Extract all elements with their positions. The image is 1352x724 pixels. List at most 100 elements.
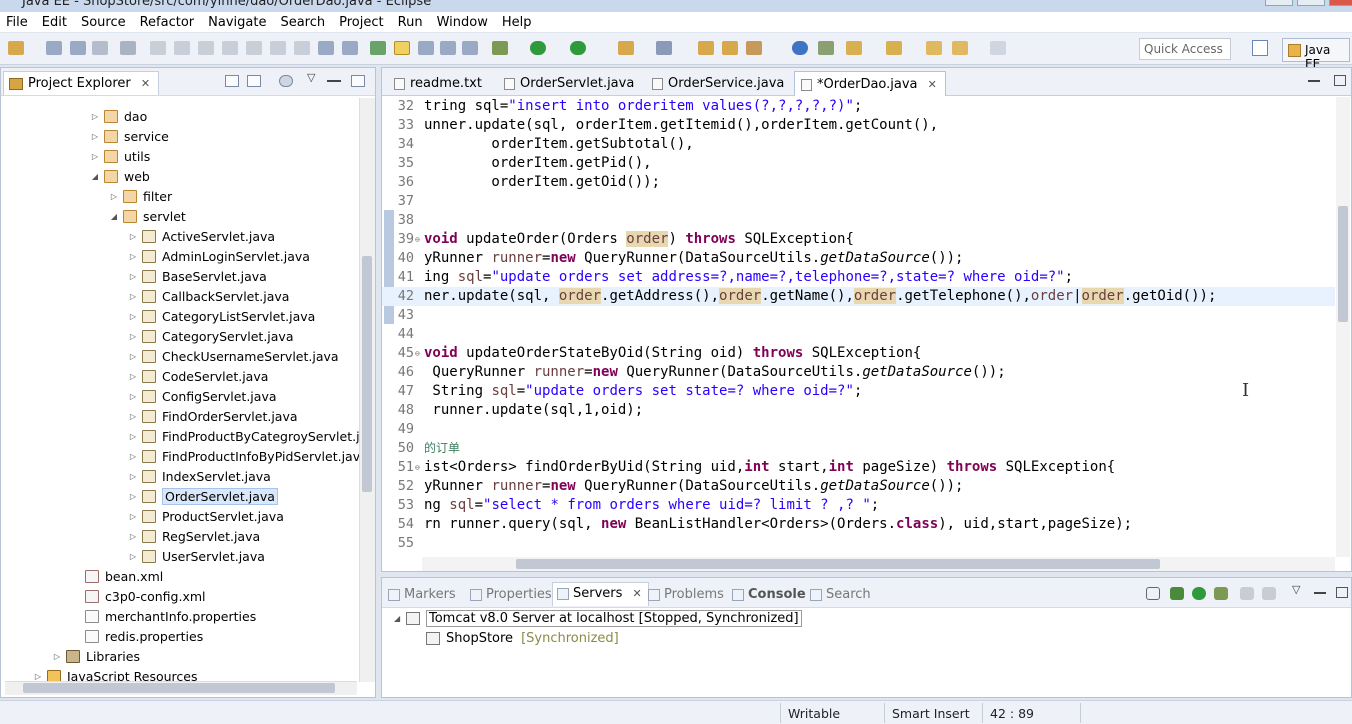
minimize-editor-icon[interactable]: [1308, 80, 1320, 82]
tab-servers[interactable]: Servers ✕: [552, 582, 649, 606]
collapse-all-icon[interactable]: [225, 75, 239, 87]
tab-order-dao[interactable]: *OrderDao.java ✕: [794, 71, 946, 96]
start-server-icon[interactable]: [1192, 587, 1206, 600]
next-annotation-icon[interactable]: [846, 41, 862, 55]
close-icon[interactable]: ✕: [633, 587, 642, 600]
server-icon[interactable]: [370, 41, 386, 55]
code-line[interactable]: 40 yRunner runner=new QueryRunner(DataSou…: [382, 249, 1335, 268]
code-line[interactable]: 55: [382, 534, 1335, 553]
tree-item[interactable]: ▷ FindProductByCategroyServlet.java: [128, 426, 361, 446]
tree-item[interactable]: ▷ UserServlet.java: [128, 546, 265, 566]
tree-item[interactable]: ▷ CategoryListServlet.java: [128, 306, 315, 326]
tree-item[interactable]: ▷ ConfigServlet.java: [128, 386, 277, 406]
menu-navigate[interactable]: Navigate: [208, 15, 266, 30]
close-window-button[interactable]: [1329, 0, 1352, 6]
expand-arrow-icon[interactable]: ▷: [128, 292, 138, 301]
menu-source[interactable]: Source: [81, 15, 126, 30]
code-line[interactable]: 48 runner.update(sql,1,oid);: [382, 401, 1335, 420]
menu-project[interactable]: Project: [339, 15, 383, 30]
expand-arrow-icon[interactable]: ▷: [128, 492, 138, 501]
tree-item[interactable]: ▷ service: [90, 126, 169, 146]
tree-item[interactable]: ▷ FindProductInfoByPidServlet.java: [128, 446, 361, 466]
forward-icon[interactable]: [990, 41, 1006, 55]
code-vertical-scroll-thumb[interactable]: [1338, 206, 1348, 322]
minimize-view-icon[interactable]: [1314, 592, 1326, 594]
resume-icon[interactable]: [150, 41, 166, 55]
drop-frame-icon[interactable]: [318, 41, 334, 55]
expand-arrow-icon[interactable]: ▷: [128, 512, 138, 521]
filter-icon[interactable]: [279, 75, 293, 87]
menu-run[interactable]: Run: [398, 15, 423, 30]
publish-icon[interactable]: [1262, 587, 1276, 600]
tree-item[interactable]: ▷ CallbackServlet.java: [128, 286, 290, 306]
tree-item[interactable]: ◢ servlet: [109, 206, 186, 226]
menu-file[interactable]: File: [6, 15, 28, 30]
code-line[interactable]: 45 ⊖ void updateOrderStateByOid(String oid…: [382, 344, 1335, 363]
suspend-icon[interactable]: [174, 41, 190, 55]
code-line[interactable]: 51 ⊖ ist<Orders> findOrderByUid(String uid…: [382, 458, 1335, 477]
profile-server-icon[interactable]: [1214, 587, 1228, 600]
expand-arrow-icon[interactable]: ▷: [128, 232, 138, 241]
menu-edit[interactable]: Edit: [42, 15, 67, 30]
tree-item[interactable]: ▷ CheckUsernameServlet.java: [128, 346, 339, 366]
module-row-shopstore[interactable]: ShopStore [Synchronized]: [426, 628, 619, 648]
code-line[interactable]: 37: [382, 192, 1335, 211]
maximize-view-icon[interactable]: [1336, 587, 1348, 598]
skip-breakpoints-icon[interactable]: [120, 41, 136, 55]
expand-arrow-icon[interactable]: ▷: [128, 252, 138, 261]
tree-vertical-scroll-thumb[interactable]: [362, 256, 372, 492]
expand-arrow-icon[interactable]: ▷: [128, 392, 138, 401]
menu-help[interactable]: Help: [502, 15, 532, 30]
code-line[interactable]: 46 QueryRunner runner=new QueryRunner(Da…: [382, 363, 1335, 382]
code-line[interactable]: 33 unner.update(sql, orderItem.getItemid(…: [382, 116, 1335, 135]
expand-arrow-icon[interactable]: ▷: [128, 472, 138, 481]
run-icon[interactable]: [530, 41, 546, 55]
tree-item[interactable]: ▷ utils: [90, 146, 150, 166]
stop-server-icon[interactable]: [1240, 587, 1254, 600]
open-perspective-icon[interactable]: [1252, 40, 1268, 56]
step-over-icon[interactable]: [270, 41, 286, 55]
run-external-icon[interactable]: [570, 41, 586, 55]
menu-search[interactable]: Search: [280, 15, 325, 30]
expand-arrow-icon[interactable]: ▷: [128, 432, 138, 441]
tab-problems[interactable]: Problems: [644, 584, 730, 608]
code-line[interactable]: 49: [382, 420, 1335, 439]
tree-item[interactable]: ▷ dao: [90, 106, 147, 126]
tab-properties[interactable]: Properties: [466, 584, 558, 608]
code-line[interactable]: 53 ng sql="select * from orders where uid…: [382, 496, 1335, 515]
new-icon[interactable]: [8, 41, 24, 55]
new-server-icon[interactable]: [618, 41, 634, 55]
expand-arrow-icon[interactable]: ▷: [128, 332, 138, 341]
expand-arrow-icon[interactable]: ▷: [128, 452, 138, 461]
tab-console[interactable]: Console: [728, 584, 812, 608]
save-all-icon[interactable]: [70, 41, 86, 55]
expand-arrow-icon[interactable]: ▷: [128, 272, 138, 281]
tree-item[interactable]: bean.xml: [71, 566, 163, 586]
code-line[interactable]: 34 orderItem.getSubtotal(),: [382, 135, 1335, 154]
tree-item[interactable]: merchantInfo.properties: [71, 606, 256, 626]
code-line[interactable]: 54 rn runner.query(sql, new BeanListHandl…: [382, 515, 1335, 534]
maximize-button[interactable]: [1297, 0, 1325, 6]
tree-item[interactable]: ▷ AdminLoginServlet.java: [128, 246, 310, 266]
menu-window[interactable]: Window: [437, 15, 488, 30]
expand-arrow-icon[interactable]: ◢: [90, 172, 100, 181]
code-vertical-scrollbar[interactable]: [1336, 97, 1350, 557]
expand-arrow-icon[interactable]: ▷: [128, 312, 138, 321]
code-line[interactable]: 43: [382, 306, 1335, 325]
code-line[interactable]: 41 ing sql="update orders set address=?,n…: [382, 268, 1335, 287]
tree-item[interactable]: ▷ RegServlet.java: [128, 526, 260, 546]
close-icon[interactable]: ✕: [141, 77, 150, 90]
tree-item[interactable]: ▷ filter: [109, 186, 172, 206]
tree-item[interactable]: ▷ FindOrderServlet.java: [128, 406, 298, 426]
tab-order-servlet[interactable]: OrderServlet.java: [498, 71, 642, 96]
view-menu-icon[interactable]: ▽: [307, 71, 315, 84]
print-icon[interactable]: [92, 41, 108, 55]
search-icon[interactable]: [746, 41, 762, 55]
code-line[interactable]: 47 String sql="update orders set state=?…: [382, 382, 1335, 401]
close-tab-icon[interactable]: ✕: [928, 78, 937, 91]
debug-server-icon[interactable]: [1170, 587, 1184, 600]
maximize-editor-icon[interactable]: [1334, 75, 1346, 86]
quick-access-input[interactable]: Quick Access: [1139, 38, 1231, 60]
minimize-view-icon[interactable]: [327, 80, 341, 82]
expand-arrow-icon[interactable]: ▷: [33, 672, 43, 681]
